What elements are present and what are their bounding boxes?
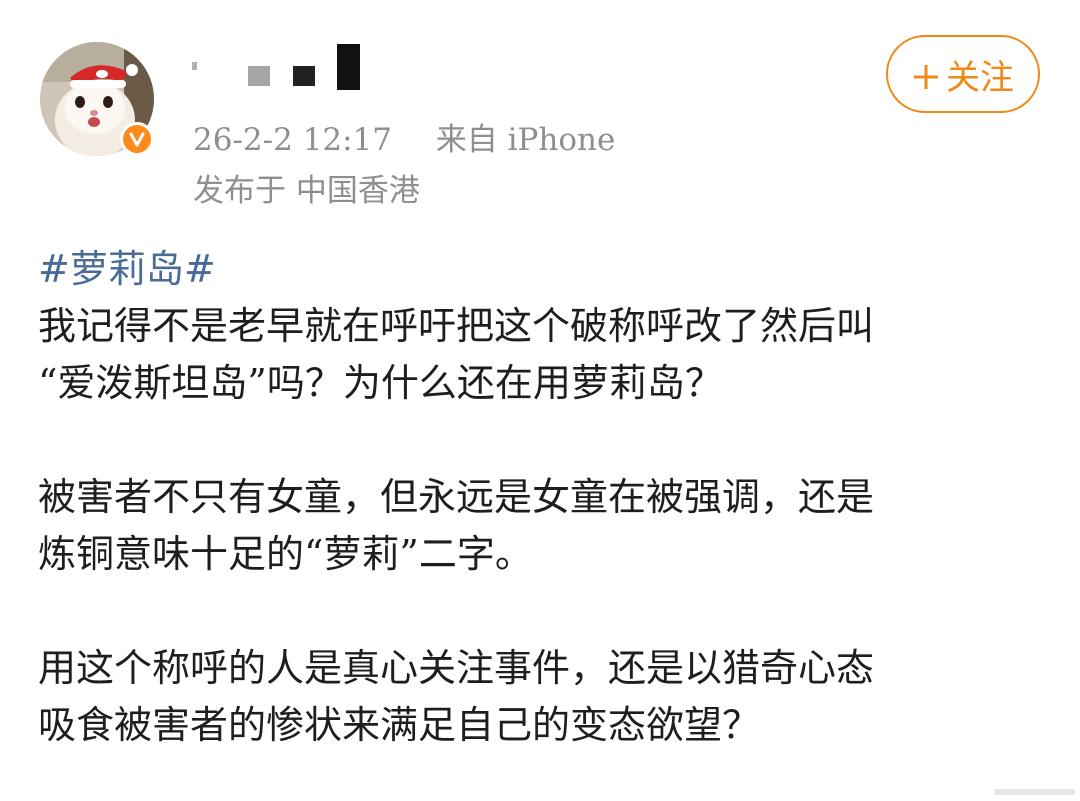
- author-name-redacted[interactable]: [192, 44, 392, 90]
- follow-label: 关注: [946, 57, 1014, 98]
- author-avatar-block[interactable]: [40, 42, 158, 160]
- post-timestamp: 26-2-2 12:17: [193, 122, 393, 158]
- plus-icon: [912, 60, 940, 89]
- text-line: 用这个称呼的人是真心关注事件，还是以猎奇心态: [38, 646, 875, 690]
- post-source: 来自 iPhone: [435, 122, 616, 158]
- post-content: #萝莉岛# 我记得不是老早就在呼吁把这个破称呼改了然后叫 “爱泼斯坦岛”吗？为什…: [38, 241, 1048, 754]
- follow-button[interactable]: 关注: [886, 35, 1040, 113]
- paragraph: 我记得不是老早就在呼吁把这个破称呼改了然后叫 “爱泼斯坦岛”吗？为什么还在用萝莉…: [38, 298, 1048, 412]
- text-line: 吸食被害者的惨状来满足自己的变态欲望？: [38, 703, 761, 747]
- weibo-post: 26-2-2 12:17 来自 iPhone 发布于 中国香港 关注 #萝莉岛#…: [0, 0, 1080, 801]
- redaction-mask: [192, 44, 360, 90]
- paragraph: 用这个称呼的人是真心关注事件，还是以猎奇心态 吸食被害者的惨状来满足自己的变态欲…: [38, 640, 1048, 754]
- verified-badge-icon: [120, 122, 154, 156]
- post-meta: 26-2-2 12:17 来自 iPhone: [193, 114, 615, 159]
- hashtag-link[interactable]: #萝莉岛#: [38, 241, 1048, 298]
- paragraph: 被害者不只有女童，但永远是女童在被强调，还是 炼铜意味十足的“萝莉”二字。: [38, 469, 1048, 583]
- watermark-dots: [995, 782, 1075, 795]
- text-line: 被害者不只有女童，但永远是女童在被强调，还是: [38, 475, 875, 519]
- text-line: 我记得不是老早就在呼吁把这个破称呼改了然后叫: [38, 304, 875, 348]
- post-location: 发布于 中国香港: [193, 173, 420, 209]
- text-line: 炼铜意味十足的“萝莉”二字。: [38, 532, 533, 576]
- text-line: “爱泼斯坦岛”吗？为什么还在用萝莉岛？: [38, 361, 723, 405]
